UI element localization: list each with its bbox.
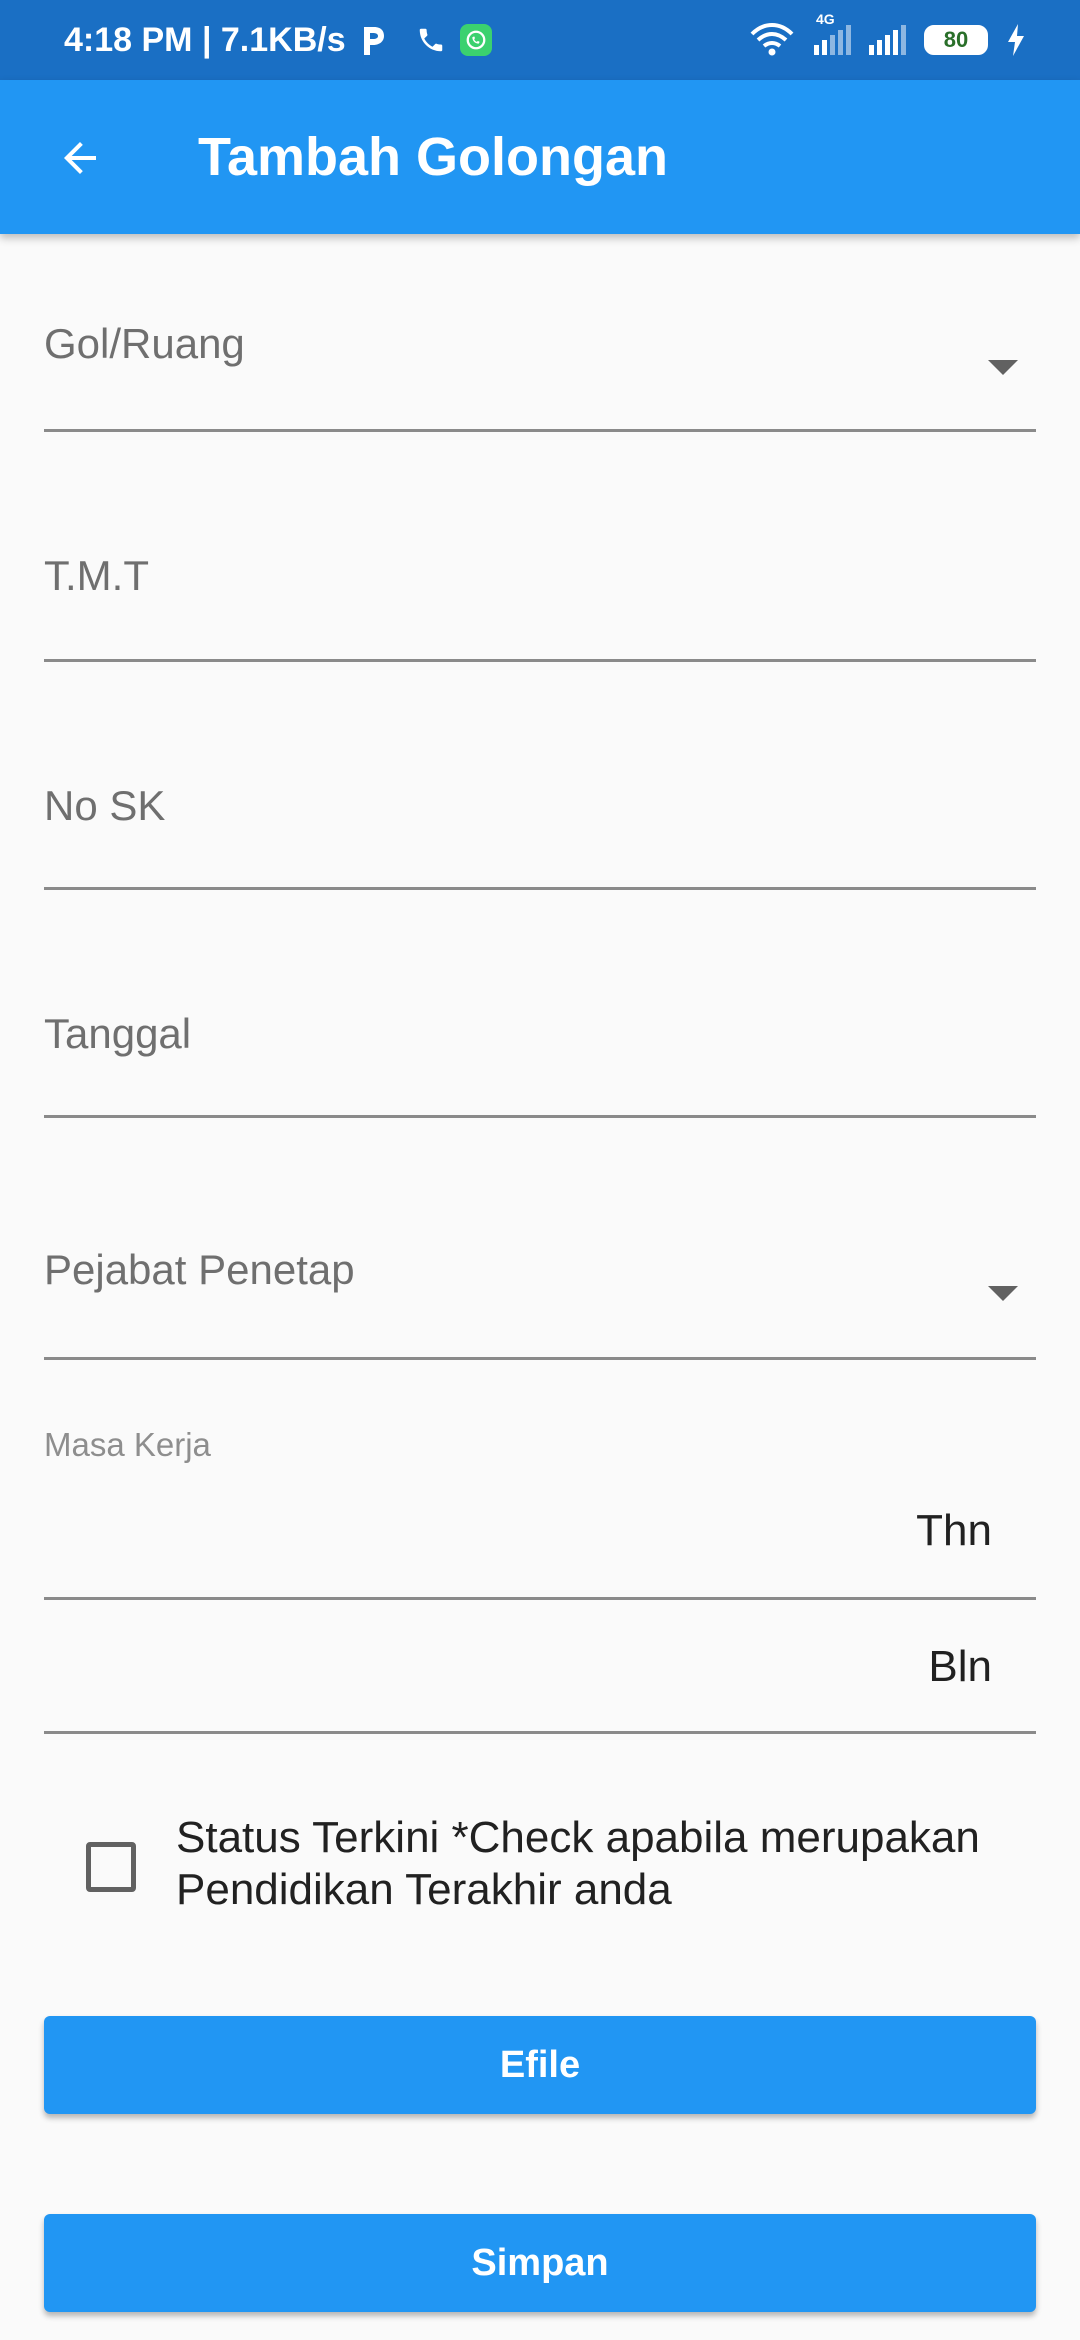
status-terkini-checkbox[interactable] xyxy=(86,1842,136,1892)
battery-icon: 80 xyxy=(924,25,988,55)
whatsapp-icon xyxy=(459,24,492,56)
dropdown-arrow-icon xyxy=(988,360,1018,375)
status-time-speed: 4:18 PM | 7.1KB/s xyxy=(64,20,346,59)
signal-4g-icon: 4G xyxy=(814,11,851,55)
status-left: 4:18 PM | 7.1KB/s xyxy=(64,0,492,80)
no-sk-label: No SK xyxy=(44,782,166,829)
simpan-button[interactable]: Simpan xyxy=(44,2214,1036,2312)
masa-kerja-label: Masa Kerja xyxy=(44,1426,211,1463)
no-sk-field[interactable]: No SK xyxy=(44,750,1036,890)
masa-kerja-tahun-field[interactable]: Thn xyxy=(44,1486,1036,1600)
wifi-icon xyxy=(748,22,796,58)
status-terkini-label: Status Terkini *Check apabila merupakan … xyxy=(176,1813,980,1914)
app-bar: Tambah Golongan xyxy=(0,80,1080,234)
dropdown-arrow-icon xyxy=(988,1286,1018,1301)
pejabat-penetap-dropdown[interactable]: Pejabat Penetap xyxy=(44,1216,1036,1360)
network-type-label: 4G xyxy=(816,11,835,27)
signal-icon xyxy=(869,25,906,55)
tmt-label: T.M.T xyxy=(44,552,149,599)
tmt-field[interactable]: T.M.T xyxy=(44,520,1036,662)
parking-icon xyxy=(360,23,386,57)
tanggal-label: Tanggal xyxy=(44,1010,192,1057)
gol-ruang-dropdown[interactable]: Gol/Ruang xyxy=(44,290,1036,432)
bulan-suffix: Bln xyxy=(928,1642,992,1691)
battery-level: 80 xyxy=(943,27,969,52)
charging-icon xyxy=(1006,24,1026,56)
tanggal-field[interactable]: Tanggal xyxy=(44,978,1036,1118)
gol-ruang-label: Gol/Ruang xyxy=(44,320,245,367)
phone-icon xyxy=(416,25,446,55)
status-right: 4G 80 xyxy=(748,0,1026,80)
back-button[interactable] xyxy=(36,114,124,202)
pejabat-penetap-label: Pejabat Penetap xyxy=(44,1246,355,1293)
page-title: Tambah Golongan xyxy=(198,127,668,187)
status-bar: 4:18 PM | 7.1KB/s 4G 80 xyxy=(0,0,1080,80)
tahun-suffix: Thn xyxy=(916,1506,992,1555)
efile-button[interactable]: Efile xyxy=(44,2016,1036,2114)
arrow-back-icon xyxy=(56,134,104,182)
masa-kerja-bulan-field[interactable]: Bln xyxy=(44,1600,1036,1734)
